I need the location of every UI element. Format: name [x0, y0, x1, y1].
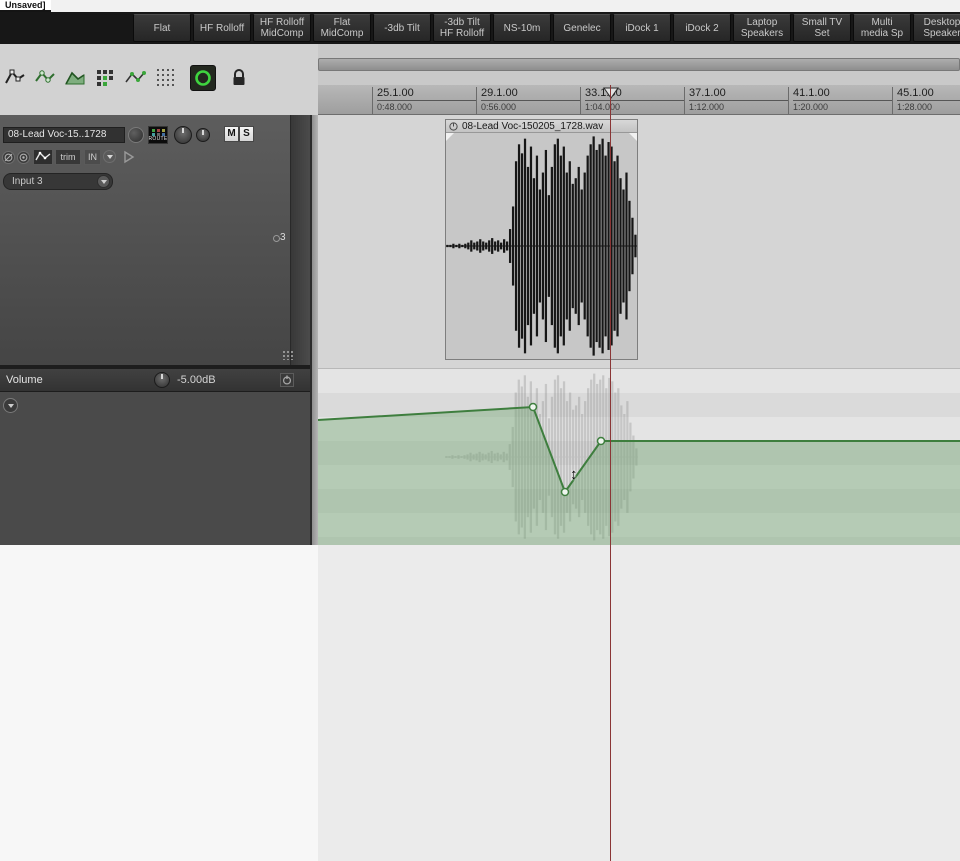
envelope-value: -5.00dB [177, 374, 216, 386]
panel-splitter[interactable] [310, 115, 318, 545]
resize-cursor-icon: ↕ [570, 466, 578, 483]
pan-envelope-icon[interactable] [32, 65, 58, 91]
ruler-tick: 29.1.00 0:56.000 [476, 87, 580, 114]
toolbar-area [0, 44, 318, 115]
volume-knob[interactable] [174, 126, 192, 144]
waveform [446, 136, 637, 356]
volume-envelope-icon[interactable] [2, 65, 28, 91]
envelope-points-icon[interactable] [122, 65, 148, 91]
ruler-tick: 33.1.00 1:04.000 [580, 87, 684, 114]
preset-genelec[interactable]: Genelec [553, 14, 611, 42]
preset-hf-rolloff[interactable]: HF Rolloff [193, 14, 251, 42]
empty-panel-area [0, 545, 318, 861]
ruler-tick: 37.1.00 1:12.000 [684, 87, 788, 114]
playhead-marker[interactable] [603, 86, 619, 104]
envelope-value-knob[interactable] [154, 372, 170, 388]
preset-3db-tilt[interactable]: -3db Tilt [373, 14, 431, 42]
item-volume-knob-icon[interactable] [449, 121, 458, 131]
envelope-toolbar [2, 65, 252, 91]
lock-icon[interactable] [226, 65, 252, 91]
global-automation-override-icon[interactable] [190, 65, 216, 91]
envelope-lane[interactable]: ↕ [318, 368, 960, 546]
media-item-titlebar[interactable]: 08-Lead Voc-150205_1728.wav [446, 120, 637, 133]
panel-resize-grip[interactable] [282, 350, 295, 360]
track-meter [290, 115, 310, 365]
envelope-bypass-button[interactable] [280, 373, 294, 387]
timeline-ruler[interactable]: 25.1.00 0:48.000 29.1.00 0:56.000 33.1.00 1… [318, 85, 960, 115]
preset-desktop-speaker[interactable]: Desktop Speaker [913, 14, 960, 42]
phase-button[interactable] [2, 151, 15, 164]
track-lane[interactable]: 08-Lead Voc-150205_1728.wav [318, 115, 960, 368]
preset-multi-media-sp[interactable]: Multi media Sp [853, 14, 911, 42]
envelope-fold-button[interactable] [3, 398, 18, 413]
ruler-tick: 41.1.00 1:20.000 [788, 87, 892, 114]
fx-button[interactable] [17, 151, 30, 164]
preset-hf-rolloff-midcomp[interactable]: HF Rolloff MidComp [253, 14, 311, 42]
input-selector[interactable]: Input 3 [3, 173, 113, 190]
preset-ns-10m[interactable]: NS-10m [493, 14, 551, 42]
ruler-tick: 25.1.00 0:48.000 [372, 87, 476, 114]
monitor-dropdown[interactable] [103, 150, 116, 163]
automation-arrow-icon[interactable] [122, 150, 136, 169]
track-number: 3 [280, 232, 286, 243]
envelope-header-row: Volume -5.00dB [0, 368, 310, 392]
record-arm-button[interactable] [128, 127, 144, 143]
fade-in-handle[interactable] [446, 133, 454, 141]
mute-button[interactable]: M [224, 126, 239, 142]
envelope-visibility-icon[interactable] [62, 65, 88, 91]
preset-flat-midcomp[interactable]: Flat MidComp [313, 14, 371, 42]
track-name-field[interactable]: 08-Lead Voc-15..1728 [3, 127, 125, 143]
media-item-body[interactable] [446, 133, 637, 359]
preset-small-tv-set[interactable]: Small TV Set [793, 14, 851, 42]
volume-envelope[interactable] [318, 369, 960, 546]
preset-3db-tilt-hf-rolloff[interactable]: -3db Tilt HF Rolloff [433, 14, 491, 42]
preset-laptop-speakers[interactable]: Laptop Speakers [733, 14, 791, 42]
group-indicator [273, 235, 280, 242]
envelope-button[interactable] [33, 149, 53, 165]
fade-out-handle[interactable] [629, 133, 637, 141]
envelope-name-label: Volume [6, 374, 43, 386]
route-matrix-icon [151, 128, 155, 132]
solo-button[interactable]: S [239, 126, 254, 142]
input-dropdown-icon[interactable] [97, 175, 110, 188]
horizontal-scrollbar[interactable] [318, 58, 960, 71]
pan-knob[interactable] [196, 128, 210, 142]
ruler-tick: 45.1.00 1:28.000 [892, 87, 960, 114]
track-panel: 08-Lead Voc-15..1728 ROUTE M S trim IN I… [0, 115, 310, 365]
monitor-preset-toolbar: Flat HF Rolloff HF Rolloff MidComp Flat Mi… [0, 12, 960, 44]
window-title: Unsaved] [0, 0, 51, 12]
grid-lines-icon[interactable] [152, 65, 178, 91]
envelope-matrix-icon[interactable] [92, 65, 118, 91]
preset-idock-1[interactable]: iDock 1 [613, 14, 671, 42]
preset-flat[interactable]: Flat [133, 14, 191, 42]
media-item-name: 08-Lead Voc-150205_1728.wav [462, 120, 604, 132]
edit-cursor-line [610, 85, 611, 861]
titlebar: Unsaved] [0, 0, 960, 12]
preset-idock-2[interactable]: iDock 2 [673, 14, 731, 42]
input-monitor-button[interactable]: IN [84, 149, 101, 165]
empty-arrange-area[interactable] [318, 545, 960, 861]
envelope-panel [0, 392, 310, 545]
route-button[interactable]: ROUTE [148, 126, 168, 144]
trim-mode-button[interactable]: trim [55, 149, 81, 165]
